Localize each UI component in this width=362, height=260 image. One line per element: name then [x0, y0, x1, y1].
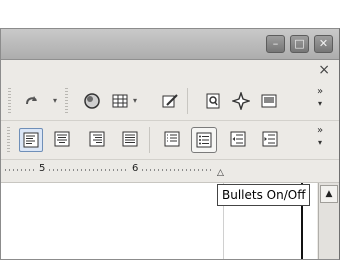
scroll-up-button[interactable]: ▲: [320, 185, 338, 203]
horizontal-ruler[interactable]: 5 6 △: [1, 160, 339, 183]
table-button[interactable]: [109, 90, 131, 112]
toolbar-overflow-button[interactable]: » ▾: [317, 125, 329, 149]
ruler-ticks: [49, 169, 129, 171]
page-preview-button[interactable]: [202, 90, 224, 112]
increase-indent-button[interactable]: [259, 128, 281, 150]
align-left-button[interactable]: [19, 128, 43, 152]
decrease-indent-icon: [230, 131, 246, 147]
align-right-button[interactable]: [86, 128, 108, 150]
justify-icon: [122, 131, 138, 147]
redo-button[interactable]: [21, 90, 43, 112]
tooltip-text: Bullets On/Off: [222, 188, 306, 202]
vertical-scrollbar[interactable]: ▲: [318, 183, 339, 259]
navigator-star-icon: [232, 92, 250, 110]
standard-toolbar: ▾ ▾ » ▾: [1, 82, 339, 121]
table-dropdown-icon[interactable]: ▾: [133, 96, 137, 105]
close-button[interactable]: ✕: [314, 35, 333, 53]
toolbar-separator: [8, 88, 11, 114]
navigator-icon: [84, 93, 100, 109]
formatting-toolbar: » ▾: [1, 121, 339, 160]
page-preview-icon: [206, 93, 220, 109]
gallery-icon: [261, 94, 277, 108]
ruler-ticks: [5, 169, 35, 171]
app-window: – □ ✕ × ▾ ▾ » ▾ » ▾ 5 6 △ ▲ Bullets On/O…: [0, 28, 340, 260]
increase-indent-icon: [262, 131, 278, 147]
numbering-icon: [164, 131, 180, 147]
align-center-icon: [54, 131, 70, 147]
menu-bar: ×: [1, 60, 339, 82]
tooltip: Bullets On/Off: [217, 184, 311, 206]
bullets-icon: [196, 132, 212, 148]
show-draw-functions-icon: [162, 94, 178, 108]
toolbar-separator: [149, 127, 150, 153]
justify-button[interactable]: [119, 128, 141, 150]
align-left-icon: [23, 132, 39, 148]
numbering-button[interactable]: [161, 128, 183, 150]
toolbar-separator: [187, 88, 188, 114]
decrease-indent-button[interactable]: [227, 128, 249, 150]
ruler-label-6: 6: [132, 163, 139, 174]
toolbar-separator: [7, 127, 10, 153]
title-bar[interactable]: – □ ✕: [1, 29, 339, 60]
tab-stop-marker[interactable]: △: [217, 168, 224, 178]
redo-icon: [26, 96, 37, 105]
toolbar-separator: [65, 88, 68, 114]
toolbar-overflow-button[interactable]: » ▾: [317, 86, 329, 110]
align-right-icon: [89, 131, 105, 147]
redo-dropdown-icon[interactable]: ▾: [53, 96, 57, 105]
minimize-button[interactable]: –: [266, 35, 285, 53]
navigator-star-button[interactable]: [230, 90, 252, 112]
show-draw-functions-button[interactable]: [159, 90, 181, 112]
ruler-label-5: 5: [39, 163, 46, 174]
table-icon: [112, 94, 128, 108]
maximize-button[interactable]: □: [290, 35, 309, 53]
navigator-button[interactable]: [81, 90, 103, 112]
align-center-button[interactable]: [51, 128, 73, 150]
ruler-ticks: [142, 169, 214, 171]
bullets-button[interactable]: [191, 127, 217, 153]
gallery-button[interactable]: [258, 90, 280, 112]
close-document-button[interactable]: ×: [318, 62, 330, 78]
